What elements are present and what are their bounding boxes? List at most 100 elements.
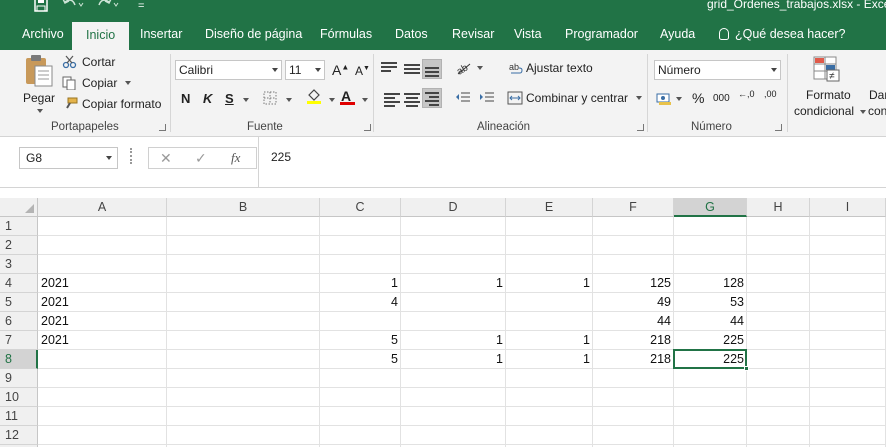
cell-a6[interactable]: 2021 xyxy=(38,312,167,331)
decrease-indent-button[interactable] xyxy=(455,91,471,105)
cell-d4[interactable]: 1 xyxy=(401,274,506,293)
tab-ayuda[interactable]: Ayuda xyxy=(660,18,695,50)
decrease-decimal-button[interactable]: ,00 xyxy=(764,90,777,99)
redo-icon[interactable] xyxy=(98,0,120,16)
font-size-combo[interactable]: 11 xyxy=(285,60,325,80)
tab-vista[interactable]: Vista xyxy=(514,18,542,50)
increase-decimal-button[interactable]: ←,0 xyxy=(738,90,755,99)
orientation-button[interactable]: ab xyxy=(455,60,483,76)
row-header-10[interactable]: 10 xyxy=(0,388,38,407)
align-top-icon[interactable] xyxy=(381,62,397,76)
paste-dropdown-icon[interactable] xyxy=(37,109,43,113)
row-header-6[interactable]: 6 xyxy=(0,312,38,331)
tab-programador[interactable]: Programador xyxy=(565,18,638,50)
row-header-3[interactable]: 3 xyxy=(0,255,38,274)
cell-g6[interactable]: 44 xyxy=(674,312,747,331)
column-header-d[interactable]: D xyxy=(401,198,506,217)
align-center-icon[interactable] xyxy=(404,93,420,107)
formula-bar-splitter[interactable] xyxy=(130,148,132,164)
save-icon[interactable] xyxy=(34,0,48,16)
cell-c7[interactable]: 5 xyxy=(320,331,401,350)
underline-button[interactable]: S xyxy=(225,91,234,106)
cell-g7[interactable]: 225 xyxy=(674,331,747,350)
shrink-font-button[interactable]: A▼ xyxy=(355,64,370,78)
clipboard-dialog-launcher-icon[interactable] xyxy=(159,124,166,131)
column-header-e[interactable]: E xyxy=(506,198,593,217)
format-as-table-label-1[interactable]: Dar xyxy=(869,88,886,102)
column-header-a[interactable]: A xyxy=(38,198,167,217)
row-header-4[interactable]: 4 xyxy=(0,274,38,293)
font-dialog-launcher-icon[interactable] xyxy=(364,124,371,131)
copy-button[interactable]: Copiar xyxy=(62,76,132,90)
column-header-i[interactable]: I xyxy=(810,198,886,217)
tab-insertar[interactable]: Insertar xyxy=(140,18,182,50)
name-box[interactable]: G8 xyxy=(19,147,118,169)
cell-a4[interactable]: 2021 xyxy=(38,274,167,293)
number-format-combo[interactable]: Número xyxy=(654,60,781,80)
paste-button[interactable]: Pegar xyxy=(20,54,56,114)
row-header-8[interactable]: 8 xyxy=(0,350,38,369)
cut-button[interactable]: Cortar xyxy=(62,55,115,69)
cell-g5[interactable]: 53 xyxy=(674,293,747,312)
cell-e8[interactable]: 1 xyxy=(506,350,593,369)
increase-indent-button[interactable] xyxy=(479,91,495,105)
align-right-icon[interactable] xyxy=(422,88,442,108)
fill-handle[interactable] xyxy=(744,366,749,371)
row-header-2[interactable]: 2 xyxy=(0,236,38,255)
align-left-icon[interactable] xyxy=(384,93,400,107)
borders-button[interactable] xyxy=(263,91,277,108)
row-header-1[interactable]: 1 xyxy=(0,217,38,236)
grow-font-button[interactable]: A▲ xyxy=(332,62,349,78)
number-dialog-launcher-icon[interactable] xyxy=(775,124,782,131)
cancel-icon[interactable]: ✕ xyxy=(160,148,172,168)
row-header-9[interactable]: 9 xyxy=(0,369,38,388)
format-painter-button[interactable]: Copiar formato xyxy=(62,97,161,111)
column-header-g[interactable]: G xyxy=(674,198,747,217)
spreadsheet-grid[interactable]: ABCDEFGHI1234567891011121320211111251282… xyxy=(0,188,886,447)
cell-g4[interactable]: 128 xyxy=(674,274,747,293)
enter-icon[interactable]: ✓ xyxy=(195,148,207,168)
alignment-dialog-launcher-icon[interactable] xyxy=(637,124,644,131)
column-header-c[interactable]: C xyxy=(320,198,401,217)
cell-e4[interactable]: 1 xyxy=(506,274,593,293)
insert-function-icon[interactable]: fx xyxy=(231,148,240,168)
cell-f8[interactable]: 218 xyxy=(593,350,674,369)
cell-f5[interactable]: 49 xyxy=(593,293,674,312)
select-all-button[interactable] xyxy=(0,198,38,217)
cell-a7[interactable]: 2021 xyxy=(38,331,167,350)
cell-c8[interactable]: 5 xyxy=(320,350,401,369)
wrap-text-button[interactable]: ab Ajustar texto xyxy=(509,61,593,75)
bold-button[interactable]: N xyxy=(181,91,190,106)
borders-dropdown-icon[interactable] xyxy=(286,98,292,102)
cell-c4[interactable]: 1 xyxy=(320,274,401,293)
cell-e7[interactable]: 1 xyxy=(506,331,593,350)
tab-inicio[interactable]: Inicio xyxy=(72,22,130,50)
tab-diseno-pagina[interactable]: Diseño de página xyxy=(205,18,302,50)
undo-icon[interactable] xyxy=(62,0,84,16)
column-header-b[interactable]: B xyxy=(167,198,320,217)
tab-datos[interactable]: Datos xyxy=(395,18,428,50)
tab-archivo[interactable]: Archivo xyxy=(22,18,64,50)
font-name-combo[interactable]: Calibri xyxy=(175,60,282,80)
row-header-12[interactable]: 12 xyxy=(0,426,38,445)
conditional-format-button[interactable]: ≠ Formato condicional xyxy=(793,54,866,118)
font-color-dropdown-icon[interactable] xyxy=(362,98,368,102)
cell-c5[interactable]: 4 xyxy=(320,293,401,312)
thousands-separator-button[interactable]: 000 xyxy=(713,93,730,104)
tab-revisar[interactable]: Revisar xyxy=(452,18,494,50)
percent-button[interactable]: % xyxy=(692,90,704,106)
cell-d8[interactable]: 1 xyxy=(401,350,506,369)
row-header-11[interactable]: 11 xyxy=(0,407,38,426)
cell-a5[interactable]: 2021 xyxy=(38,293,167,312)
cell-f6[interactable]: 44 xyxy=(593,312,674,331)
formula-input[interactable]: 225 xyxy=(258,137,886,187)
tab-formulas[interactable]: Fórmulas xyxy=(320,18,372,50)
cell-f4[interactable]: 125 xyxy=(593,274,674,293)
row-header-5[interactable]: 5 xyxy=(0,293,38,312)
italic-button[interactable]: K xyxy=(203,91,212,106)
row-header-7[interactable]: 7 xyxy=(0,331,38,350)
fill-color-button[interactable] xyxy=(306,88,322,107)
align-middle-icon[interactable] xyxy=(404,64,420,78)
format-as-table-label-2[interactable]: con xyxy=(868,104,886,118)
merge-center-button[interactable]: Combinar y centrar xyxy=(507,91,643,105)
